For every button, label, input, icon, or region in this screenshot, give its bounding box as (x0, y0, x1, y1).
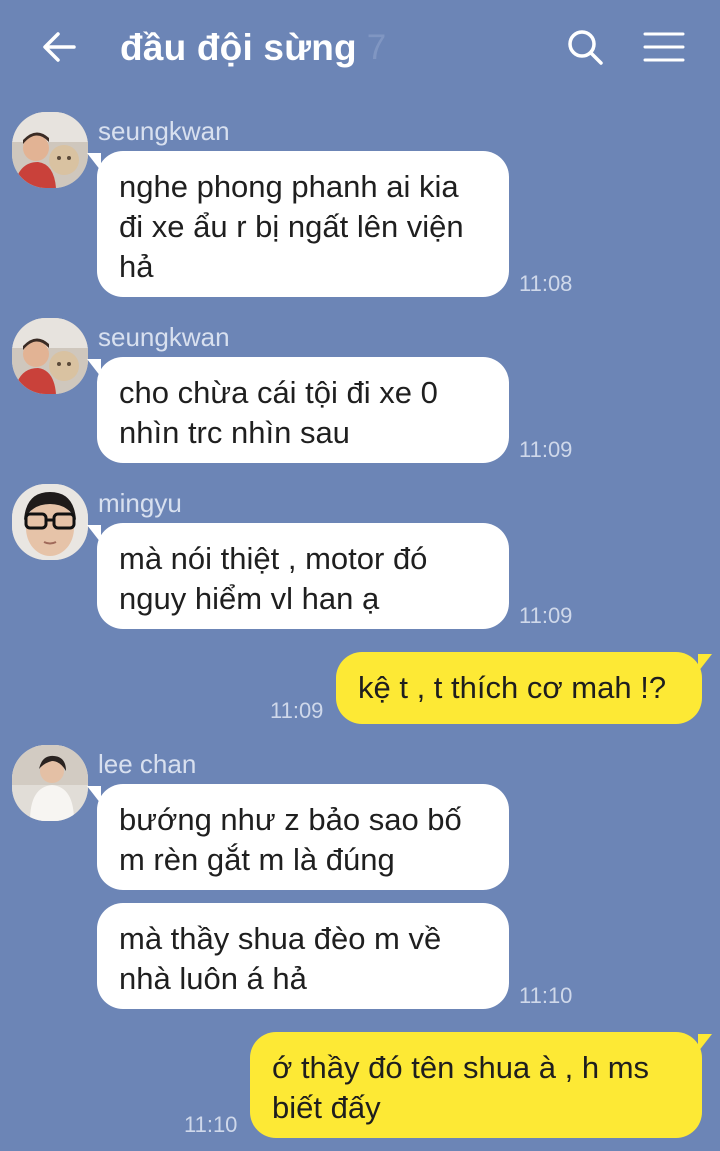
message-bubble[interactable]: cho chừa cái tội đi xe 0 nhìn trc nhìn s… (87, 357, 509, 463)
search-button[interactable] (560, 22, 610, 72)
message-line: m rèn gắt m là đúng (119, 842, 395, 877)
message-bubble-outgoing[interactable]: kệ t , t thích cơ mah !? (336, 652, 712, 724)
sender-name: seungkwan (98, 116, 230, 146)
member-count: 7 (366, 28, 387, 67)
message-time: 11:10 (184, 1112, 238, 1137)
message-bubble[interactable]: mà thầy shua đèo m về nhà luôn á hả (97, 903, 509, 1009)
message-line: đi xe ẩu r bị ngất lên viện (119, 209, 464, 244)
message-bubble-outgoing[interactable]: ớ thầy đó tên shua à , h ms biết đấy (250, 1032, 712, 1138)
message-line: nhìn trc nhìn sau (119, 415, 350, 450)
message-bubble[interactable]: bướng như z bảo sao bố m rèn gắt m là đú… (87, 784, 509, 890)
search-icon (568, 30, 603, 65)
chat-title: đầu đội sừng 7 (120, 20, 386, 76)
message-time: 11:08 (519, 271, 573, 296)
message-line: mà nói thiệt , motor đó (119, 541, 428, 576)
message-bubble[interactable]: nghe phong phanh ai kia đi xe ẩu r bị ng… (87, 151, 509, 297)
message-line: biết đấy (272, 1090, 381, 1125)
message-line: cho chừa cái tội đi xe 0 (119, 375, 438, 410)
message-time: 11:10 (519, 983, 573, 1008)
avatar-photo (12, 745, 88, 821)
message-line: kệ t , t thích cơ mah !? (358, 670, 667, 705)
avatar-seungkwan[interactable] (12, 318, 88, 394)
sender-name: lee chan (98, 749, 197, 779)
avatar-mingyu[interactable] (12, 484, 88, 560)
message-time: 11:09 (519, 437, 573, 462)
avatar-lee-chan[interactable] (12, 745, 88, 821)
message-line: ớ thầy đó tên shua à , h ms (272, 1050, 650, 1085)
message-line: bướng như z bảo sao bố (119, 802, 462, 837)
avatar-photo (12, 484, 88, 560)
chat-title-text: đầu đội sừng (120, 27, 357, 68)
message-line: mà thầy shua đèo m về (119, 921, 442, 956)
hamburger-menu-icon (643, 32, 685, 62)
back-button[interactable] (34, 22, 84, 72)
menu-button[interactable] (638, 22, 690, 72)
message-line: nghe phong phanh ai kia (119, 169, 459, 204)
message-bubble[interactable]: mà nói thiệt , motor đó nguy hiểm vl han… (87, 523, 509, 629)
message-time: 11:09 (519, 603, 573, 628)
sender-name: mingyu (98, 488, 182, 518)
message-line: nhà luôn á hả (119, 961, 307, 996)
message-line: hả (119, 249, 154, 284)
sender-name: seungkwan (98, 322, 230, 352)
message-line: nguy hiểm vl han ạ (119, 581, 380, 616)
avatar-photo (12, 112, 88, 188)
avatar-seungkwan[interactable] (12, 112, 88, 188)
arrow-left-icon (43, 32, 76, 62)
avatar-photo (12, 318, 88, 394)
chat-header: đầu đội sừng 7 (0, 0, 720, 95)
message-time: 11:09 (270, 698, 324, 723)
